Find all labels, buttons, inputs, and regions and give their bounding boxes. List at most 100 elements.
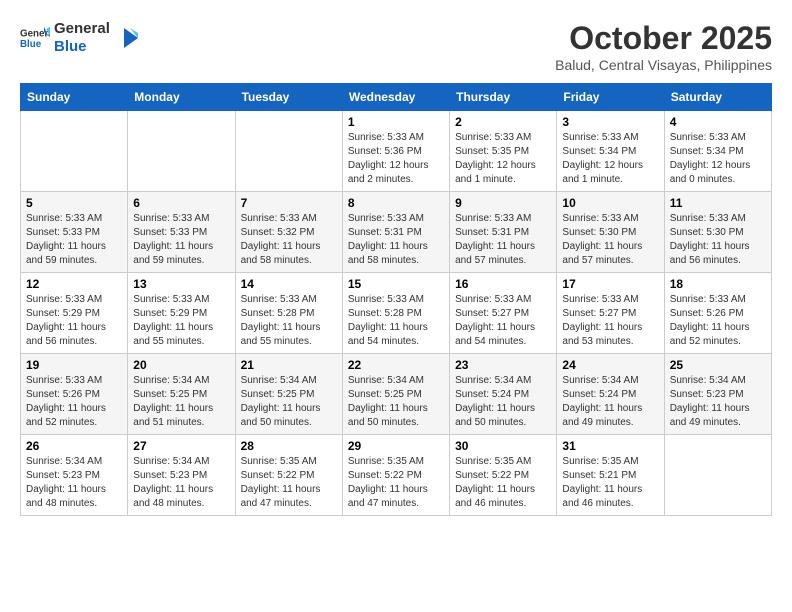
day-number: 11: [670, 196, 766, 210]
calendar-week-row: 26 Sunrise: 5:34 AMSunset: 5:23 PMDayligh…: [21, 435, 772, 516]
day-number: 10: [562, 196, 658, 210]
calendar-cell: 31 Sunrise: 5:35 AMSunset: 5:21 PMDayligh…: [557, 435, 664, 516]
day-number: 5: [26, 196, 122, 210]
calendar-cell: 23Sunrise: 5:34 AMSunset: 5:24 PMDayligh…: [450, 354, 557, 435]
calendar-week-row: 19Sunrise: 5:33 AMSunset: 5:26 PMDayligh…: [21, 354, 772, 435]
day-info: Sunrise: 5:33 AMSunset: 5:29 PMDaylight:…: [26, 293, 122, 349]
day-info: Sunrise: 5:34 AMSunset: 5:25 PMDaylight:…: [348, 374, 444, 430]
calendar-week-row: 1Sunrise: 5:33 AMSunset: 5:36 PMDaylight…: [21, 111, 772, 192]
day-number: 27: [133, 439, 229, 453]
calendar-cell: [664, 435, 771, 516]
month-title: October 2025: [555, 20, 772, 57]
calendar-week-row: 12Sunrise: 5:33 AMSunset: 5:29 PMDayligh…: [21, 273, 772, 354]
calendar-cell: 7Sunrise: 5:33 AMSunset: 5:32 PMDaylight…: [235, 192, 342, 273]
calendar-cell: 4 Sunrise: 5:33 AMSunset: 5:34 PMDaylight…: [664, 111, 771, 192]
day-info: Sunrise: 5:33 AMSunset: 5:28 PMDaylight:…: [241, 293, 337, 349]
day-info: Sunrise: 5:33 AMSunset: 5:27 PMDaylight:…: [562, 293, 658, 349]
logo-general-label: General: [54, 20, 110, 38]
calendar-cell: [128, 111, 235, 192]
day-number: 18: [670, 277, 766, 291]
day-number: 8: [348, 196, 444, 210]
day-number: 31: [562, 439, 658, 453]
day-info: Sunrise: 5:34 AMSunset: 5:24 PMDaylight:…: [562, 374, 658, 430]
calendar-cell: 6Sunrise: 5:33 AMSunset: 5:33 PMDaylight…: [128, 192, 235, 273]
calendar-cell: 28 Sunrise: 5:35 AMSunset: 5:22 PMDayligh…: [235, 435, 342, 516]
day-number: 9: [455, 196, 551, 210]
day-info: Sunrise: 5:34 AMSunset: 5:24 PMDaylight:…: [455, 374, 551, 430]
calendar-cell: 15 Sunrise: 5:33 AMSunset: 5:28 PMDayligh…: [342, 273, 449, 354]
day-info: Sunrise: 5:34 AMSunset: 5:23 PMDaylight:…: [133, 455, 229, 511]
day-info: Sunrise: 5:33 AMSunset: 5:33 PMDaylight:…: [133, 212, 229, 268]
day-info: Sunrise: 5:35 AMSunset: 5:22 PMDaylight:…: [455, 455, 551, 511]
calendar-cell: 10 Sunrise: 5:33 AMSunset: 5:30 PMDayligh…: [557, 192, 664, 273]
weekday-header-wednesday: Wednesday: [342, 84, 449, 111]
day-number: 20: [133, 358, 229, 372]
calendar-cell: 14 Sunrise: 5:33 AMSunset: 5:28 PMDayligh…: [235, 273, 342, 354]
day-number: 30: [455, 439, 551, 453]
day-info: Sunrise: 5:33 AMSunset: 5:29 PMDaylight:…: [133, 293, 229, 349]
day-info: Sunrise: 5:35 AMSunset: 5:22 PMDaylight:…: [241, 455, 337, 511]
calendar-cell: 19Sunrise: 5:33 AMSunset: 5:26 PMDayligh…: [21, 354, 128, 435]
day-info: Sunrise: 5:33 AMSunset: 5:28 PMDaylight:…: [348, 293, 444, 349]
weekday-header-sunday: Sunday: [21, 84, 128, 111]
day-info: Sunrise: 5:34 AMSunset: 5:23 PMDaylight:…: [670, 374, 766, 430]
day-number: 28: [241, 439, 337, 453]
calendar-cell: 1Sunrise: 5:33 AMSunset: 5:36 PMDaylight…: [342, 111, 449, 192]
day-number: 4: [670, 115, 766, 129]
calendar-week-row: 5 Sunrise: 5:33 AMSunset: 5:33 PMDaylight…: [21, 192, 772, 273]
day-number: 22: [348, 358, 444, 372]
day-number: 16: [455, 277, 551, 291]
day-info: Sunrise: 5:33 AMSunset: 5:26 PMDaylight:…: [670, 293, 766, 349]
calendar-cell: [235, 111, 342, 192]
day-info: Sunrise: 5:33 AMSunset: 5:35 PMDaylight:…: [455, 131, 551, 187]
logo-arrow-icon: [114, 24, 142, 52]
day-info: Sunrise: 5:33 AMSunset: 5:34 PMDaylight:…: [562, 131, 658, 187]
weekday-header-tuesday: Tuesday: [235, 84, 342, 111]
calendar-cell: 5Sunrise: 5:33 AMSunset: 5:33 PMDaylight…: [21, 192, 128, 273]
day-info: Sunrise: 5:34 AMSunset: 5:25 PMDaylight:…: [133, 374, 229, 430]
calendar-cell: 27 Sunrise: 5:34 AMSunset: 5:23 PMDayligh…: [128, 435, 235, 516]
calendar-cell: 20 Sunrise: 5:34 AMSunset: 5:25 PMDayligh…: [128, 354, 235, 435]
day-number: 15: [348, 277, 444, 291]
day-info: Sunrise: 5:33 AMSunset: 5:30 PMDaylight:…: [562, 212, 658, 268]
day-info: Sunrise: 5:33 AMSunset: 5:27 PMDaylight:…: [455, 293, 551, 349]
day-number: 25: [670, 358, 766, 372]
day-info: Sunrise: 5:33 AMSunset: 5:34 PMDaylight:…: [670, 131, 766, 187]
day-number: 29: [348, 439, 444, 453]
calendar-cell: 17Sunrise: 5:33 AMSunset: 5:27 PMDayligh…: [557, 273, 664, 354]
svg-text:Blue: Blue: [20, 39, 42, 50]
weekday-header-thursday: Thursday: [450, 84, 557, 111]
day-info: Sunrise: 5:33 AMSunset: 5:32 PMDaylight:…: [241, 212, 337, 268]
calendar-cell: 21 Sunrise: 5:34 AMSunset: 5:25 PMDayligh…: [235, 354, 342, 435]
weekday-header-saturday: Saturday: [664, 84, 771, 111]
day-number: 2: [455, 115, 551, 129]
day-info: Sunrise: 5:35 AMSunset: 5:22 PMDaylight:…: [348, 455, 444, 511]
day-number: 26: [26, 439, 122, 453]
weekday-header-friday: Friday: [557, 84, 664, 111]
day-info: Sunrise: 5:34 AMSunset: 5:23 PMDaylight:…: [26, 455, 122, 511]
page-header: General Blue General Blue General Blue O…: [20, 20, 772, 73]
day-number: 14: [241, 277, 337, 291]
day-info: Sunrise: 5:35 AMSunset: 5:21 PMDaylight:…: [562, 455, 658, 511]
day-number: 3: [562, 115, 658, 129]
day-info: Sunrise: 5:33 AMSunset: 5:31 PMDaylight:…: [455, 212, 551, 268]
weekday-header-monday: Monday: [128, 84, 235, 111]
day-info: Sunrise: 5:33 AMSunset: 5:31 PMDaylight:…: [348, 212, 444, 268]
calendar-cell: 29 Sunrise: 5:35 AMSunset: 5:22 PMDayligh…: [342, 435, 449, 516]
calendar-cell: [21, 111, 128, 192]
location-label: Balud, Central Visayas, Philippines: [555, 57, 772, 73]
day-number: 21: [241, 358, 337, 372]
day-info: Sunrise: 5:34 AMSunset: 5:25 PMDaylight:…: [241, 374, 337, 430]
calendar-header-row: SundayMondayTuesdayWednesdayThursdayFrid…: [21, 84, 772, 111]
day-info: Sunrise: 5:33 AMSunset: 5:30 PMDaylight:…: [670, 212, 766, 268]
logo: General Blue General Blue General Blue: [20, 20, 142, 56]
calendar-cell: 22 Sunrise: 5:34 AMSunset: 5:25 PMDayligh…: [342, 354, 449, 435]
calendar-cell: 30 Sunrise: 5:35 AMSunset: 5:22 PMDayligh…: [450, 435, 557, 516]
day-info: Sunrise: 5:33 AMSunset: 5:36 PMDaylight:…: [348, 131, 444, 187]
calendar-cell: 2 Sunrise: 5:33 AMSunset: 5:35 PMDaylight…: [450, 111, 557, 192]
day-number: 24: [562, 358, 658, 372]
day-info: Sunrise: 5:33 AMSunset: 5:26 PMDaylight:…: [26, 374, 122, 430]
day-number: 13: [133, 277, 229, 291]
calendar-cell: 3 Sunrise: 5:33 AMSunset: 5:34 PMDaylight…: [557, 111, 664, 192]
calendar-cell: 25 Sunrise: 5:34 AMSunset: 5:23 PMDayligh…: [664, 354, 771, 435]
